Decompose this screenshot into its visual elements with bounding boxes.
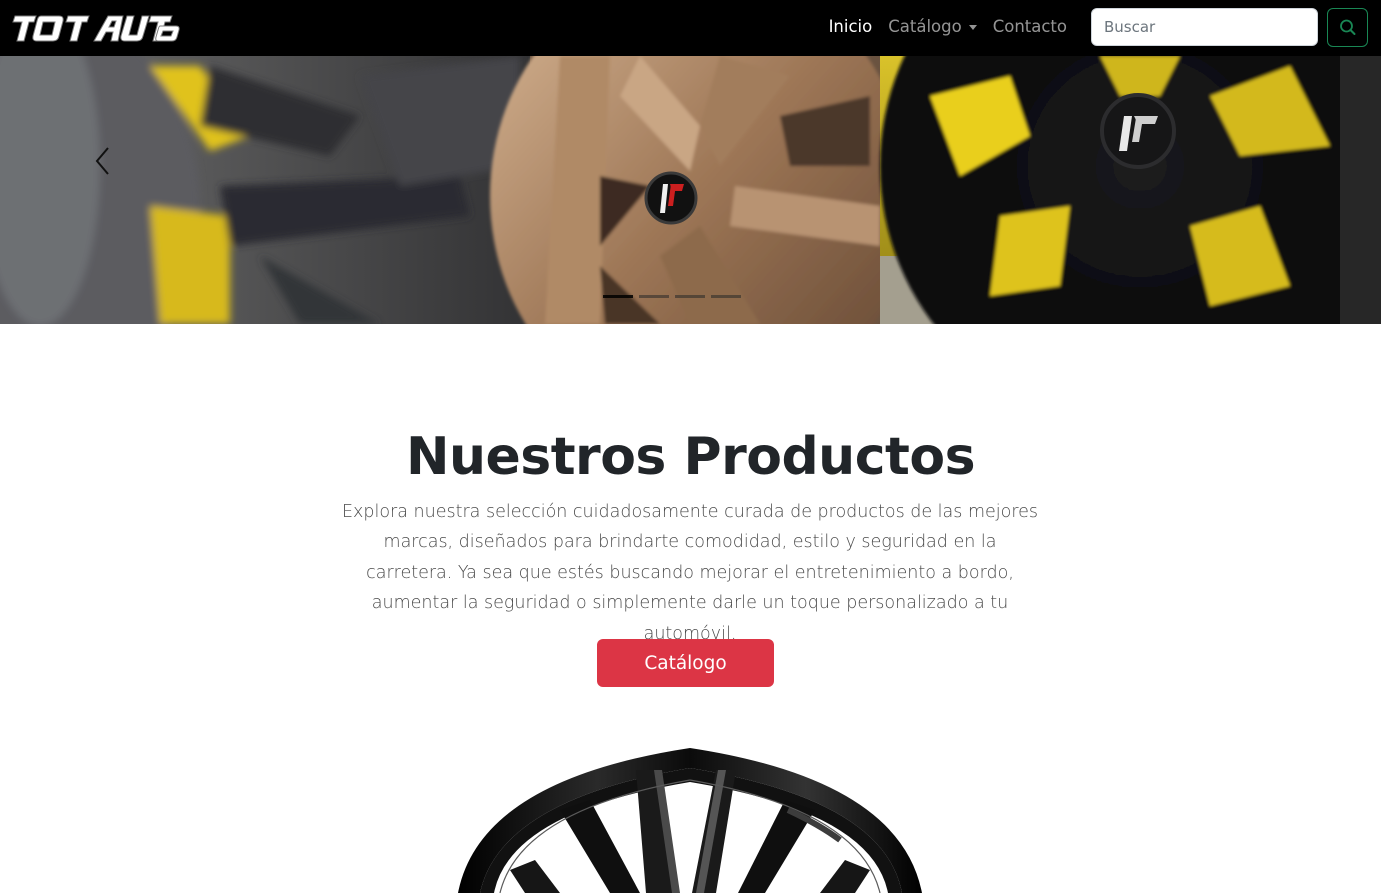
- brand-logo-graphic: [12, 15, 180, 42]
- carousel-indicator-1[interactable]: [603, 295, 633, 298]
- nav-link-catalogo[interactable]: Catálogo: [888, 15, 977, 39]
- nav-link-catalogo-label: Catálogo: [888, 17, 962, 36]
- products-title: Nuestros Productos: [405, 427, 976, 487]
- search-input[interactable]: [1091, 8, 1318, 46]
- carousel-prev-button[interactable]: [80, 126, 125, 196]
- carousel-indicators: [603, 295, 741, 298]
- carousel-indicator-4[interactable]: [711, 295, 741, 298]
- search-icon: [1340, 19, 1356, 35]
- carousel-indicator-2[interactable]: [639, 295, 669, 298]
- brand-logo[interactable]: [10, 8, 180, 48]
- catalog-button[interactable]: Catálogo: [597, 639, 774, 687]
- nav-menu: Inicio Catálogo Contacto: [829, 15, 1067, 39]
- navbar: Inicio Catálogo Contacto: [0, 0, 1381, 56]
- wheel-product-image: [458, 748, 922, 893]
- products-description: Explora nuestra selección cuidadosamente…: [341, 502, 1039, 644]
- nav-link-contacto[interactable]: Contacto: [993, 15, 1067, 39]
- hero-slide-image: [0, 56, 1381, 324]
- nav-link-inicio[interactable]: Inicio: [829, 15, 873, 39]
- hero-carousel: [0, 56, 1381, 324]
- caret-down-icon: [968, 25, 977, 30]
- carousel-indicator-3[interactable]: [675, 295, 705, 298]
- chevron-left-icon: [95, 147, 109, 175]
- search-button[interactable]: [1327, 8, 1368, 47]
